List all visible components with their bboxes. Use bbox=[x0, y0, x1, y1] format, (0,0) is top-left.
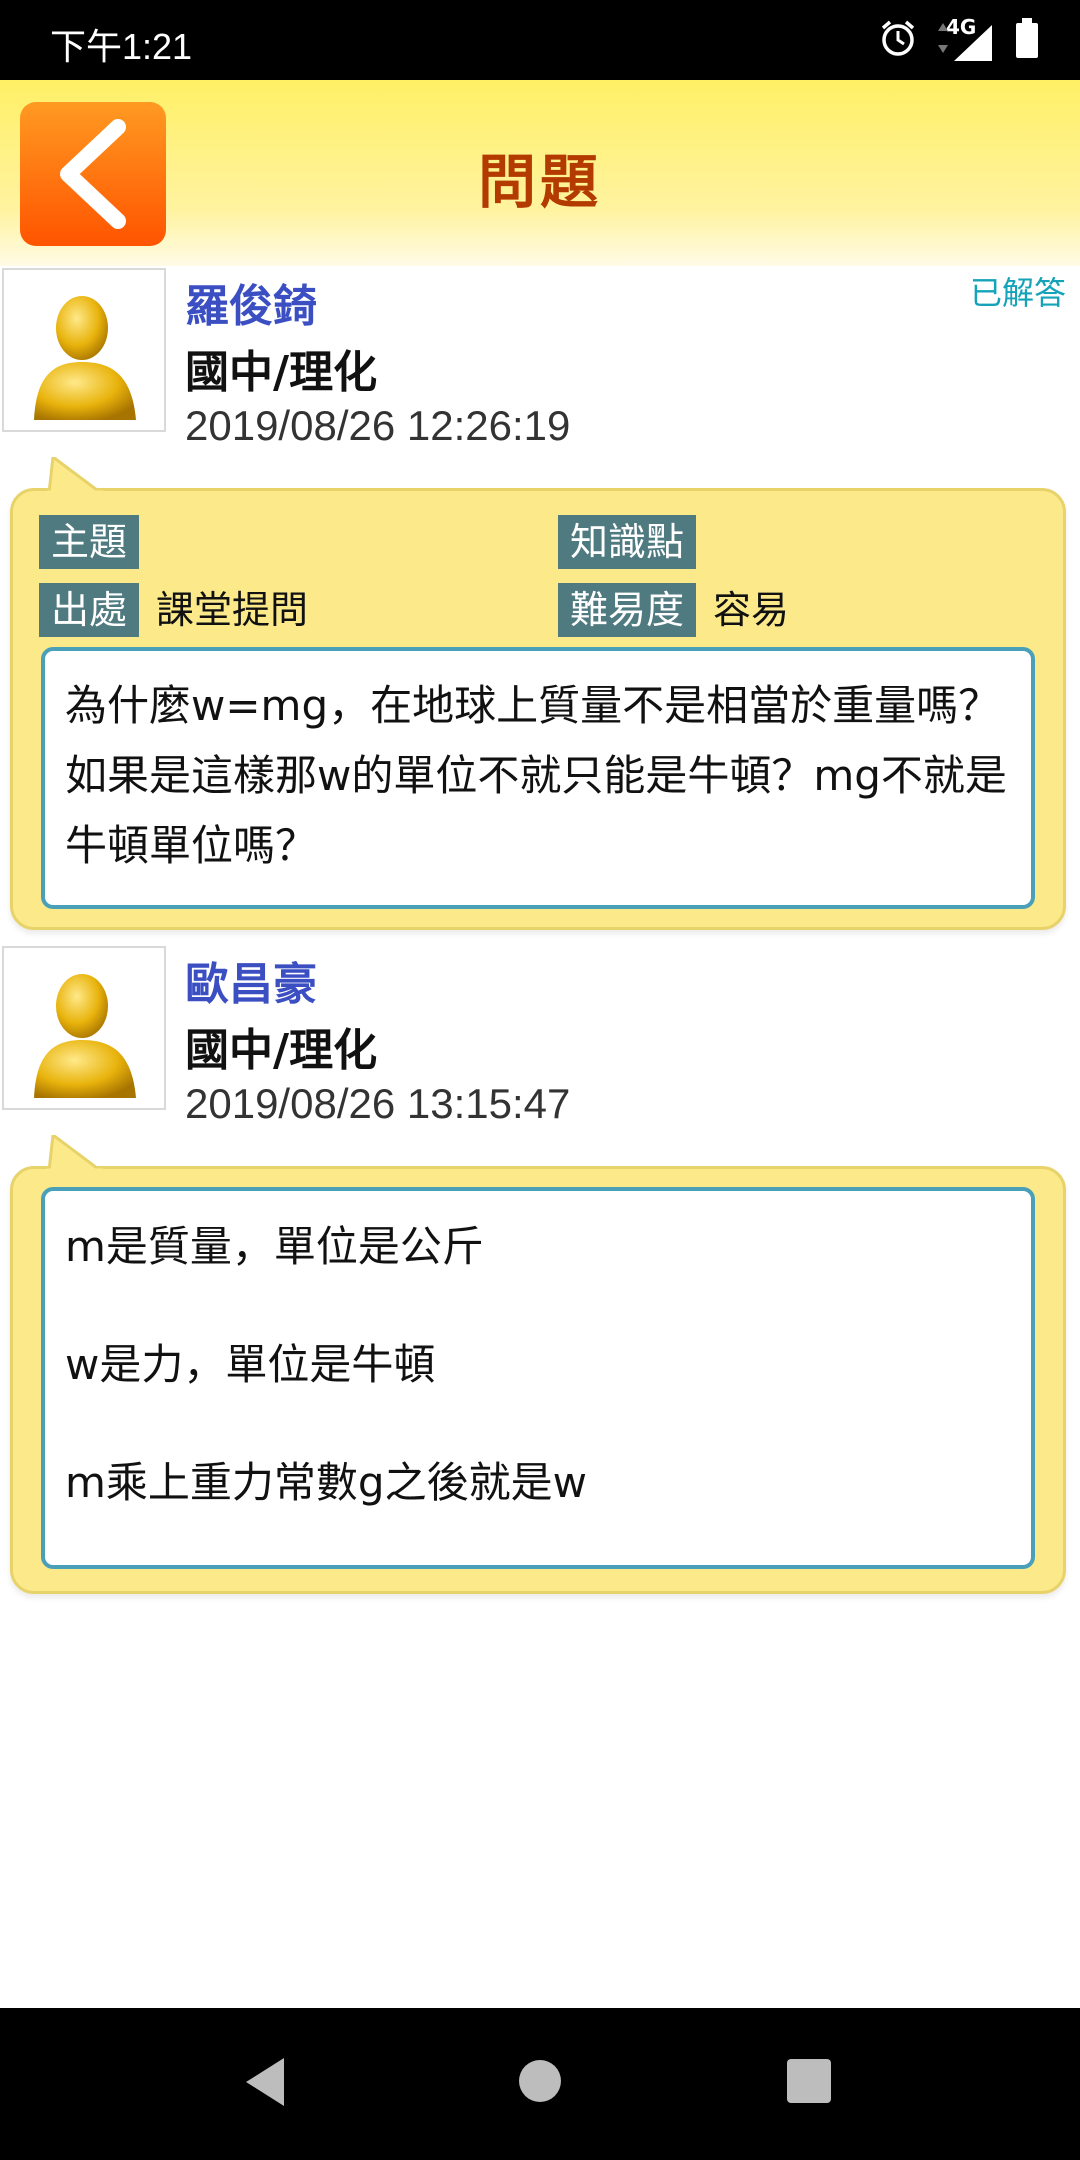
answer-subject: 國中/理化 bbox=[185, 1025, 378, 1076]
answer-text-box: m是質量，單位是公斤 w是力，單位是牛頓 m乘上重力常數g之後就是w bbox=[41, 1187, 1035, 1569]
answer-bubble: m是質量，單位是公斤 w是力，單位是牛頓 m乘上重力常數g之後就是w bbox=[10, 1135, 1066, 1594]
bubble-tail bbox=[47, 1135, 104, 1171]
signal-icon: 4G bbox=[936, 15, 996, 63]
source-label: 出處 bbox=[39, 583, 140, 637]
avatar[interactable] bbox=[2, 946, 166, 1110]
knowledge-label: 知識點 bbox=[558, 515, 697, 569]
topic-label: 主題 bbox=[39, 515, 140, 569]
status-time: 下午1:21 bbox=[50, 26, 193, 67]
bubble-tail bbox=[47, 457, 104, 493]
difficulty-value: 容易 bbox=[713, 588, 790, 632]
recents-nav-icon[interactable] bbox=[786, 2058, 832, 2104]
user-avatar-icon bbox=[34, 296, 136, 420]
page-title: 問題 bbox=[477, 148, 602, 216]
question-subject: 國中/理化 bbox=[185, 347, 378, 398]
home-nav-icon[interactable] bbox=[517, 2058, 563, 2104]
answered-status: 已解答 bbox=[969, 274, 1066, 312]
difficulty-label: 難易度 bbox=[558, 583, 697, 637]
status-icons: 4G bbox=[878, 14, 1040, 66]
answer-datetime: 2019/08/26 13:15:47 bbox=[185, 1080, 571, 1127]
back-nav-icon[interactable] bbox=[240, 2054, 290, 2110]
question-text-box: 為什麼w=mg，在地球上質量不是相當於重量嗎？如果是這樣那w的單位不就只能是牛頓… bbox=[41, 647, 1035, 909]
answer-line: w是力，單位是牛頓 bbox=[65, 1340, 436, 1389]
question-user-name[interactable]: 羅俊錡 bbox=[185, 270, 317, 334]
question-text: 為什麼w=mg，在地球上質量不是相當於重量嗎？如果是這樣那w的單位不就只能是牛頓… bbox=[65, 681, 1007, 870]
app-header: 問題 bbox=[0, 80, 1080, 266]
question-bubble: 主題 知識點 出處 課堂提問 難易度 容易 為什麼w=mg，在地球上質量不是相當… bbox=[10, 457, 1066, 930]
user-avatar-icon bbox=[34, 974, 136, 1098]
source-value: 課堂提問 bbox=[156, 588, 309, 632]
battery-icon bbox=[1014, 17, 1040, 63]
question-datetime: 2019/08/26 12:26:19 bbox=[185, 402, 571, 449]
status-bar: 下午1:21 4G bbox=[0, 0, 1080, 80]
alarm-icon bbox=[878, 18, 918, 62]
answer-line: m是質量，單位是公斤 bbox=[65, 1222, 484, 1271]
navigation-bar bbox=[0, 2008, 1080, 2160]
avatar[interactable] bbox=[2, 268, 166, 432]
answer-user-name[interactable]: 歐昌豪 bbox=[185, 948, 317, 1012]
answer-line: m乘上重力常數g之後就是w bbox=[65, 1458, 587, 1507]
